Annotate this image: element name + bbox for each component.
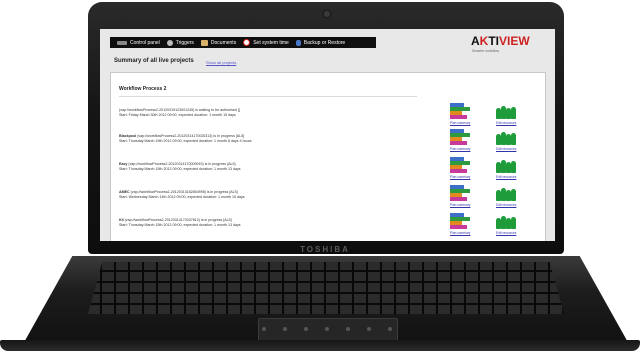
users-icon[interactable] <box>496 157 516 173</box>
nav-set-system-time[interactable]: Set system time <box>243 39 289 46</box>
users-icon[interactable] <box>496 103 516 119</box>
laptop: TOSHIBA Control panel Triggers Documents… <box>0 0 640 351</box>
project-status: (vap://workflowProcess2-2012031912300124… <box>119 108 240 112</box>
nav-label: Documents <box>210 39 237 46</box>
edit-resources-link[interactable]: Edit resources <box>496 121 516 125</box>
project-row: Easy (vap://workflowProcess2-20120314170… <box>119 156 537 182</box>
project-start: Start: Thursday March 15th 2012 09:00, e… <box>119 167 241 171</box>
project-row: Blackpool (vap://workflowProcess2-201203… <box>119 128 537 154</box>
nav-label: Backup or Restore <box>303 39 346 46</box>
nav-label: Set system time <box>253 39 289 46</box>
project-text: KII (vap://workflowProcess2-201203141703… <box>119 218 419 228</box>
logo-part: VIEW <box>499 34 530 48</box>
nav-backup-restore[interactable]: Backup or Restore <box>295 39 346 46</box>
project-row: (vap://workflowProcess2-2012031912300124… <box>119 102 537 128</box>
edit-resources-link[interactable]: Edit resources <box>496 147 516 151</box>
plan-summary-link[interactable]: Plan summary <box>450 175 470 179</box>
project-text: Blackpool (vap://workflowProcess2-201203… <box>119 134 419 144</box>
project-start: Start: Thursday March 15th 2012 09:00, e… <box>119 139 252 143</box>
nav-triggers[interactable]: Triggers <box>166 39 194 46</box>
project-start: Start: Thursday March 15th 2012 09:00, e… <box>119 223 241 227</box>
project-text: (vap://workflowProcess2-2012031912300124… <box>119 108 419 118</box>
workflow-panel: Workflow Process 2 (vap://workflowProces… <box>110 72 546 241</box>
plan-summary-link[interactable]: Plan summary <box>450 147 470 151</box>
nav-control-panel[interactable]: Control panel <box>117 40 160 46</box>
nav-label: Triggers <box>175 39 194 46</box>
project-status: (vap://workflowProcess2-2012031417002031… <box>137 134 245 138</box>
edit-resources-link[interactable]: Edit resources <box>496 231 516 235</box>
panel-title: Workflow Process 2 <box>119 86 167 92</box>
divider <box>119 96 417 97</box>
screen: Control panel Triggers Documents Set sys… <box>100 29 555 241</box>
logo-tagline: Smarter workflow <box>472 49 500 53</box>
logo-part: A <box>471 34 480 48</box>
project-status: (vap://workflowProcess2-2012031417033781… <box>124 218 232 222</box>
plan-chart-icon[interactable] <box>450 103 470 119</box>
laptop-front-edge <box>0 340 640 351</box>
plan-chart-icon[interactable] <box>450 157 470 173</box>
nav-label: Control panel <box>130 39 160 46</box>
project-status: (vap://workflowProcess2-2012031318280499… <box>130 190 238 194</box>
keyboard <box>88 262 564 314</box>
project-name: KII <box>119 218 124 222</box>
aktiview-logo: AKTIVIEW <box>471 34 530 48</box>
users-icon[interactable] <box>496 185 516 201</box>
project-row: KII (vap://workflowProcess2-201203141703… <box>119 212 537 238</box>
users-icon[interactable] <box>496 129 516 145</box>
edit-resources-link[interactable]: Edit resources <box>496 203 516 207</box>
plan-chart-icon[interactable] <box>450 213 470 229</box>
laptop-brand: TOSHIBA <box>300 245 350 254</box>
plan-chart-icon[interactable] <box>450 129 470 145</box>
top-nav-bar: Control panel Triggers Documents Set sys… <box>110 37 376 48</box>
project-text: Easy (vap://workflowProcess2-20120314170… <box>119 162 419 172</box>
plan-summary-link[interactable]: Plan summary <box>450 203 470 207</box>
database-icon <box>295 39 301 46</box>
show-all-projects-link[interactable]: Show all projects <box>206 60 236 65</box>
project-start: Start: Wednesday March 14th 2012 09:00, … <box>119 195 245 199</box>
users-icon[interactable] <box>496 213 516 229</box>
project-start: Start: Friday March 30th 2012 09:00, exp… <box>119 113 236 117</box>
plan-summary-link[interactable]: Plan summary <box>450 231 470 235</box>
webcam <box>324 11 330 17</box>
gear-icon <box>166 39 173 46</box>
project-name: AMEC <box>119 190 130 194</box>
plan-chart-icon[interactable] <box>450 185 470 201</box>
logo-part: TI <box>488 34 500 48</box>
document-icon <box>200 39 208 46</box>
panel-icon <box>117 40 127 45</box>
project-name: Easy <box>119 162 128 166</box>
page-title: Summary of all live projects <box>114 58 194 64</box>
project-status: (vap://workflowProcess2-2012031417000991… <box>128 162 236 166</box>
plan-summary-link[interactable]: Plan summary <box>450 121 470 125</box>
edit-resources-link[interactable]: Edit resources <box>496 175 516 179</box>
project-name: Blackpool <box>119 134 137 138</box>
nav-documents[interactable]: Documents <box>200 39 237 46</box>
project-text: AMEC (vap://workflowProcess2-20120313182… <box>119 190 419 200</box>
touchpad-buttons <box>262 327 392 333</box>
clock-icon <box>243 39 251 46</box>
project-row: AMEC (vap://workflowProcess2-20120313182… <box>119 184 537 210</box>
